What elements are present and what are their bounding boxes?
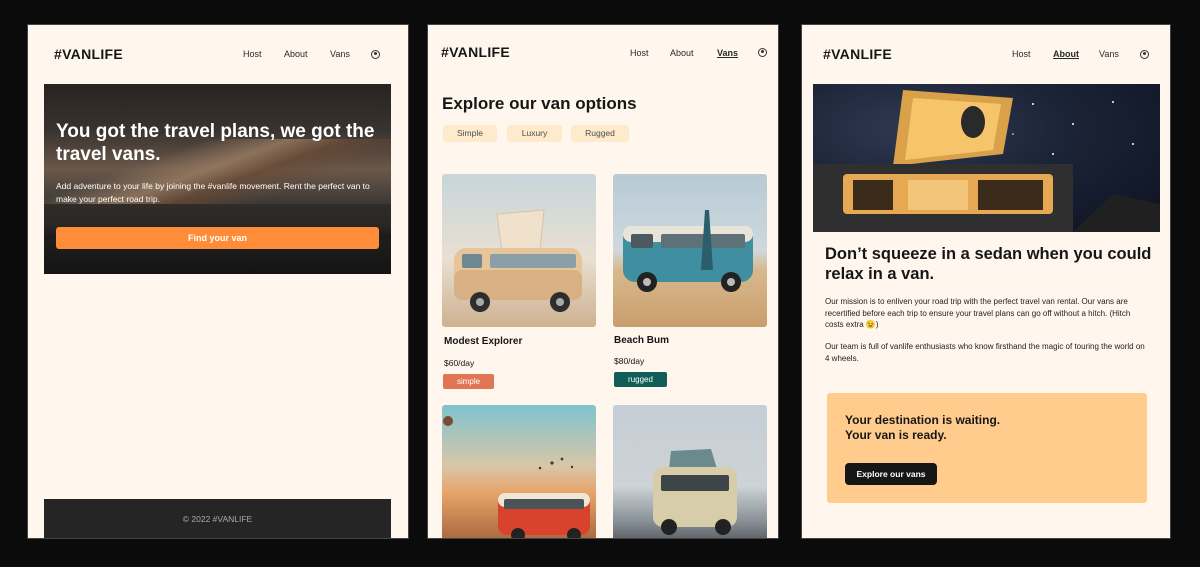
site-logo[interactable]: #VANLIFE <box>441 44 510 60</box>
van-name[interactable]: Modest Explorer <box>444 336 522 347</box>
van-name[interactable]: Beach Bum <box>614 335 669 346</box>
nav-vans-link[interactable]: Vans <box>717 48 738 58</box>
hero-title: You got the travel plans, we got the tra… <box>56 121 375 165</box>
van-type-badge: rugged <box>614 372 667 387</box>
nav-vans-link[interactable]: Vans <box>1099 49 1119 59</box>
hero-section: You got the travel plans, we got the tra… <box>44 84 391 274</box>
about-title: Don’t squeeze in a sedan when you could … <box>825 245 1152 283</box>
van-card[interactable] <box>442 405 596 538</box>
nav-about-link[interactable]: About <box>284 49 308 59</box>
van-card[interactable] <box>613 405 767 538</box>
nav-host-link[interactable]: Host <box>1012 49 1031 59</box>
user-circle-icon[interactable] <box>758 48 767 57</box>
van-card[interactable]: Beach Bum $80/day rugged <box>613 174 767 389</box>
footer: © 2022 #VANLIFE <box>44 499 391 538</box>
site-logo[interactable]: #VANLIFE <box>54 46 123 62</box>
about-team-paragraph: Our team is full of vanlife enthusiasts … <box>825 342 1145 363</box>
cta-line-1: Your destination is waiting. <box>845 413 1001 427</box>
van-image[interactable] <box>442 174 596 327</box>
filter-rugged-button[interactable]: Rugged <box>571 125 629 142</box>
filter-luxury-button[interactable]: Luxury <box>507 125 562 142</box>
find-your-van-button[interactable]: Find your van <box>56 227 379 249</box>
nav-about-link[interactable]: About <box>670 48 694 58</box>
nav-vans-link[interactable]: Vans <box>330 49 350 59</box>
van-image[interactable] <box>613 174 767 327</box>
home-page-panel: #VANLIFE Host About Vans You got the tra… <box>27 24 409 539</box>
van-image[interactable] <box>442 405 596 538</box>
page-title: Explore our van options <box>442 94 637 113</box>
about-page-panel: #VANLIFE Host About Vans Don’t squeeze i… <box>801 24 1171 539</box>
filter-simple-button[interactable]: Simple <box>443 125 497 142</box>
nav-host-link[interactable]: Host <box>630 48 649 58</box>
hero-text: Add adventure to your life by joining th… <box>56 181 370 204</box>
van-image[interactable] <box>613 405 767 538</box>
vans-page-panel: #VANLIFE Host About Vans Explore our van… <box>427 24 779 539</box>
about-mission-paragraph: Our mission is to enliven your road trip… <box>825 297 1131 329</box>
nav-about-link[interactable]: About <box>1053 49 1079 59</box>
van-price: $80/day <box>614 356 645 366</box>
site-logo[interactable]: #VANLIFE <box>823 46 892 62</box>
nav-host-link[interactable]: Host <box>243 49 262 59</box>
user-circle-icon[interactable] <box>371 50 380 59</box>
van-card[interactable]: Modest Explorer $60/day simple <box>442 174 596 389</box>
explore-cta-box: Your destination is waiting. Your van is… <box>827 393 1147 503</box>
user-circle-icon[interactable] <box>1140 50 1149 59</box>
about-hero-image <box>813 84 1160 232</box>
van-price: $60/day <box>444 358 475 368</box>
cta-line-2: Your van is ready. <box>845 428 947 442</box>
van-type-badge: simple <box>443 374 494 389</box>
explore-vans-button[interactable]: Explore our vans <box>845 463 937 485</box>
